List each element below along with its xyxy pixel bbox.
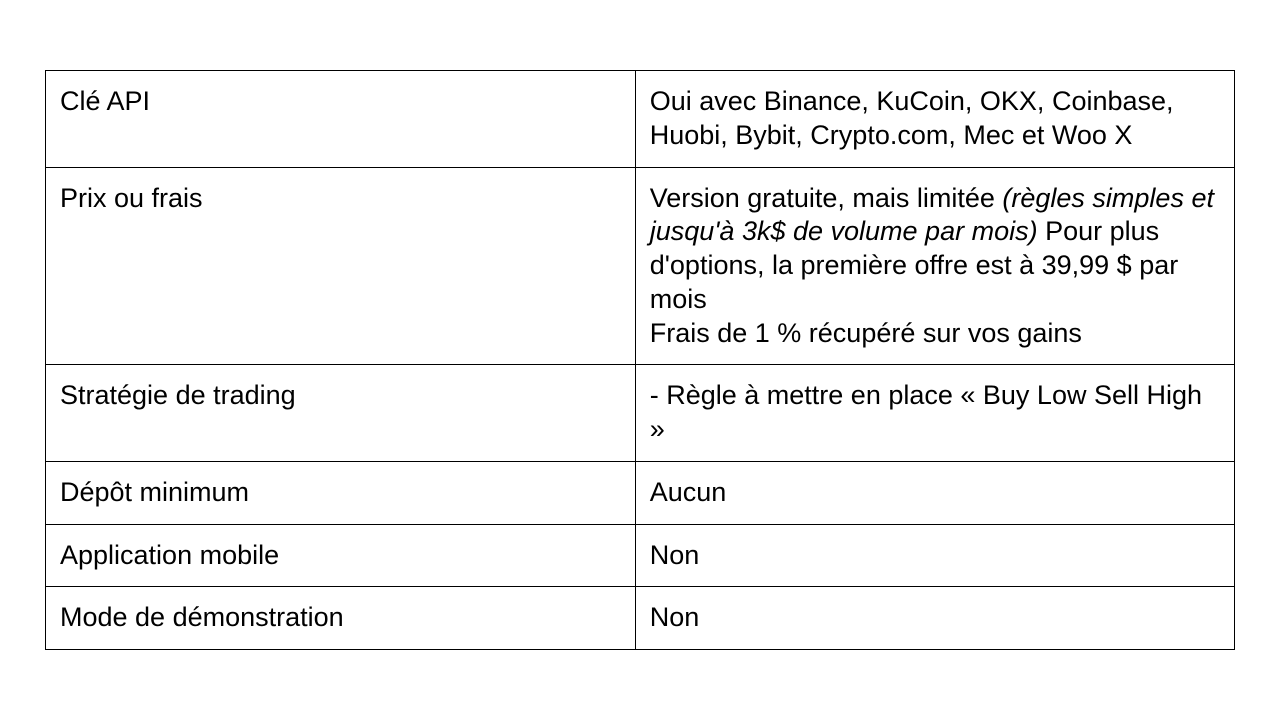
cell-value: Oui avec Binance, KuCoin, OKX, Coinbase,… [635,71,1234,168]
table-row: Dépôt minimum Aucun [46,461,1235,524]
table-row: Prix ou frais Version gratuite, mais lim… [46,167,1235,365]
table-row: Stratégie de trading - Règle à mettre en… [46,365,1235,462]
cell-value: Non [635,587,1234,650]
page: Clé API Oui avec Binance, KuCoin, OKX, C… [0,0,1280,720]
table-row: Mode de démonstration Non [46,587,1235,650]
cell-label: Prix ou frais [46,167,636,365]
table-row: Clé API Oui avec Binance, KuCoin, OKX, C… [46,71,1235,168]
cell-label: Mode de démonstration [46,587,636,650]
cell-label: Application mobile [46,524,636,587]
price-text-plain: Version gratuite, mais limitée [650,183,1003,213]
info-table: Clé API Oui avec Binance, KuCoin, OKX, C… [45,70,1235,650]
cell-value: Non [635,524,1234,587]
cell-value: Version gratuite, mais limitée (règles s… [635,167,1234,365]
cell-value: - Règle à mettre en place « Buy Low Sell… [635,365,1234,462]
cell-value: Aucun [635,461,1234,524]
price-text-plain-3: Frais de 1 % récupéré sur vos gains [650,318,1082,348]
cell-label: Clé API [46,71,636,168]
table-row: Application mobile Non [46,524,1235,587]
cell-label: Stratégie de trading [46,365,636,462]
cell-label: Dépôt minimum [46,461,636,524]
